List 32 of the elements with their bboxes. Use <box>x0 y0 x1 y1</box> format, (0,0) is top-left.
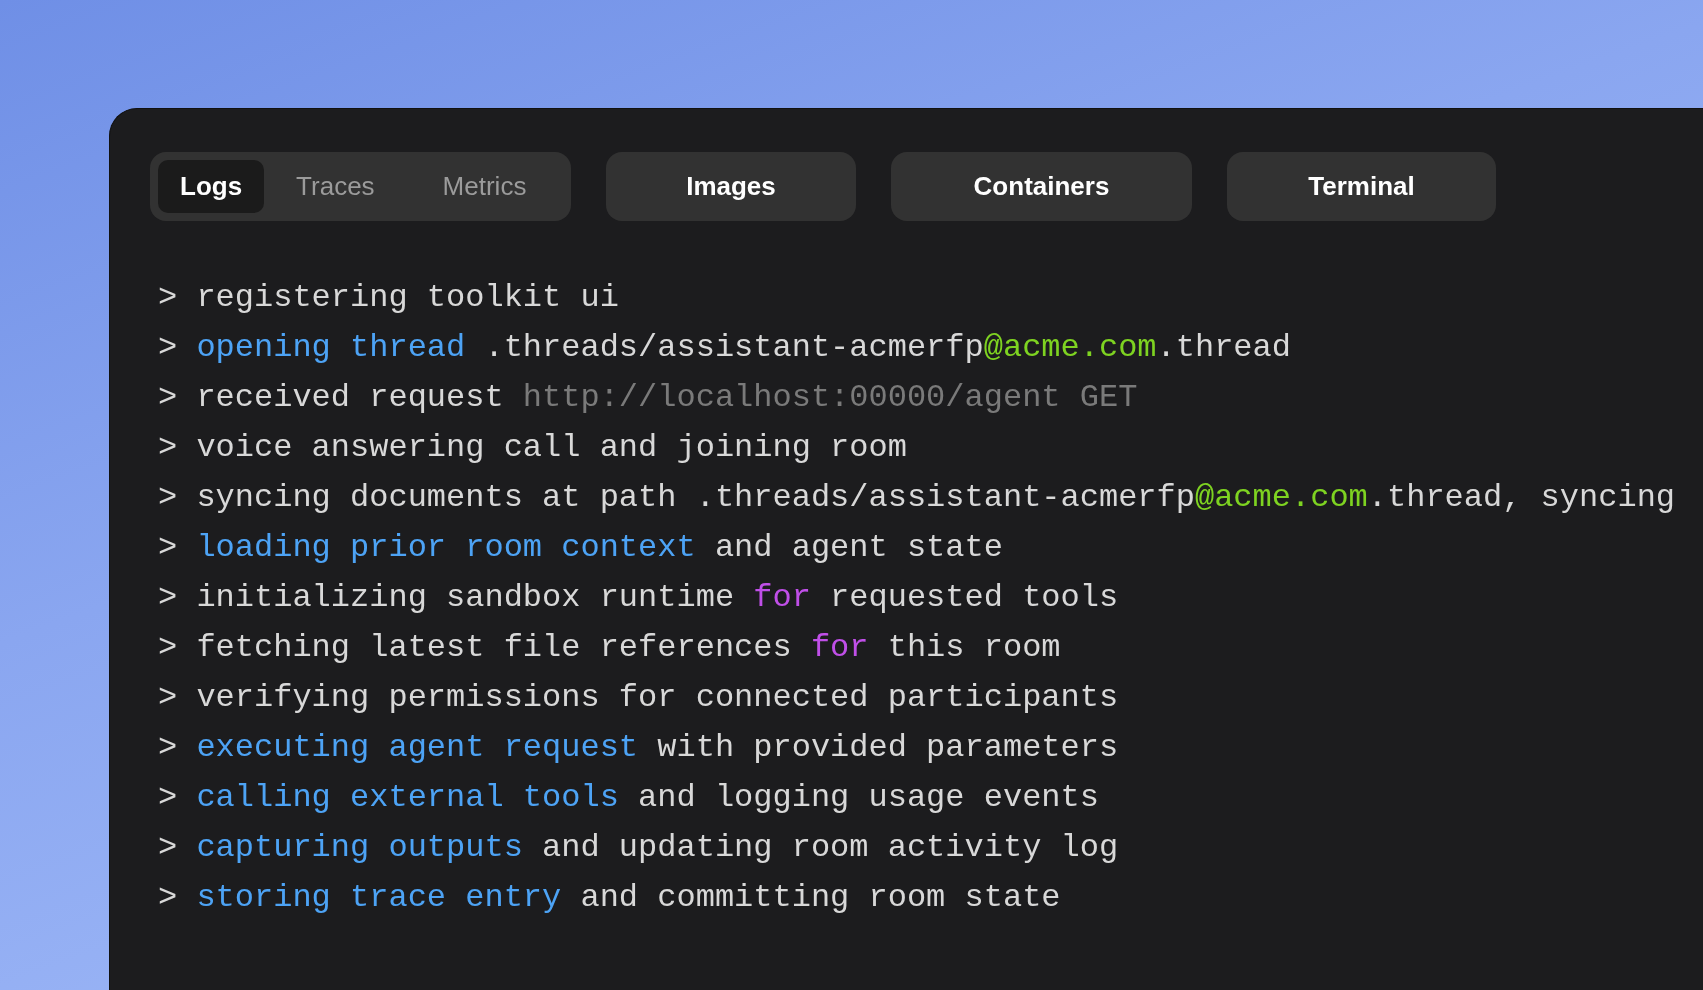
toolbar-button[interactable]: Images <box>606 152 856 221</box>
log-line: opening thread .threads/assistant-acmerfp@acme.com.thread <box>196 328 1291 368</box>
toolbar-button[interactable]: Containers <box>891 152 1192 221</box>
tab[interactable]: Logs <box>158 160 265 213</box>
tab[interactable]: Metrics <box>420 160 549 213</box>
log-line: loading prior room context and agent state <box>196 528 1003 568</box>
log-line: received request http://localhost:00000/agent GET <box>196 378 1138 418</box>
prompt-symbol: > <box>157 428 178 468</box>
log-line: registering toolkit ui <box>196 278 619 318</box>
prompt-symbol: > <box>157 328 178 368</box>
prompt-symbol: > <box>157 578 178 618</box>
prompt-symbol: > <box>157 528 178 568</box>
prompt-symbol: > <box>157 778 178 818</box>
log-line: voice answering call and joining room <box>196 428 907 468</box>
log-line: verifying permissions for connected participants <box>196 678 1119 718</box>
log-line: calling external tools and logging usage events <box>196 778 1099 818</box>
prompt-symbol: > <box>157 378 178 418</box>
prompt-symbol: > <box>157 478 178 518</box>
prompt-symbol: > <box>157 278 178 318</box>
toolbar-button[interactable]: Terminal <box>1227 152 1496 221</box>
prompt-symbol: > <box>157 628 178 668</box>
log-line: executing agent request with provided parameters <box>196 728 1119 768</box>
log-line: initializing sandbox runtime for requested tools <box>196 578 1119 618</box>
log-line: syncing documents at path .threads/assistant-acmerfp@acme.com.thread, syncing <box>196 478 1676 518</box>
log-line: capturing outputs and updating room activity log <box>196 828 1119 868</box>
prompt-symbol: > <box>157 728 178 768</box>
tab[interactable]: Traces <box>274 160 397 213</box>
prompt-symbol: > <box>157 828 178 868</box>
prompt-symbol: > <box>157 878 178 918</box>
log-line: storing trace entry and committing room state <box>196 878 1061 918</box>
log-line: fetching latest file references for this room <box>196 628 1061 668</box>
prompt-symbol: > <box>157 678 178 718</box>
